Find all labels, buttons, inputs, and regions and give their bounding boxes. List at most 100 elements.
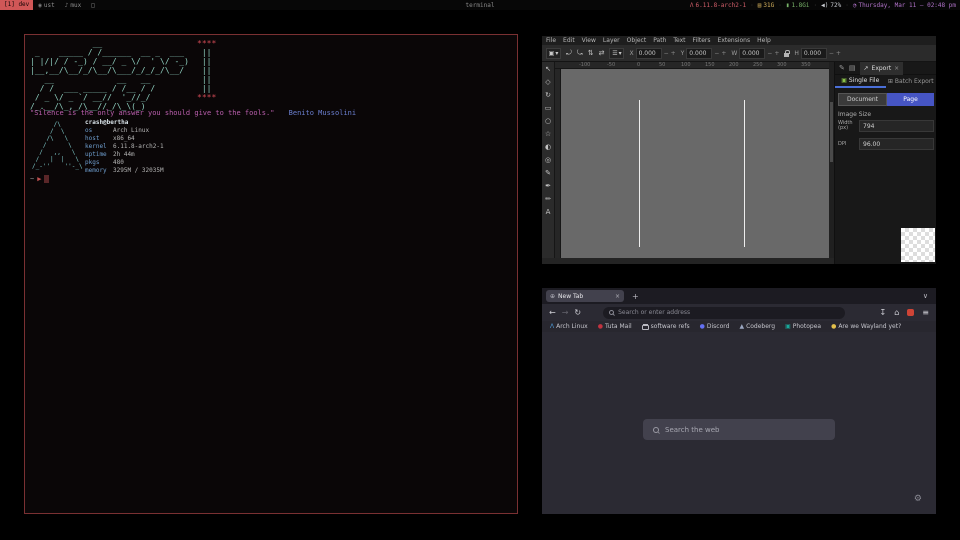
menu-filters[interactable]: Filters (693, 37, 711, 44)
decrement-button[interactable]: − (829, 50, 834, 57)
bookmark-discord[interactable]: ● Discord (700, 323, 730, 330)
menu-extensions[interactable]: Extensions (718, 37, 751, 44)
menu-icon[interactable]: ≡ (922, 308, 929, 317)
bookmark-are-we-wayland-yet[interactable]: ● Are we Wayland yet? (831, 323, 901, 330)
inkscape-canvas[interactable] (561, 69, 829, 258)
web-search-input[interactable]: Search the web (643, 419, 835, 440)
increment-button[interactable]: + (671, 50, 676, 57)
rotate-ccw-icon[interactable]: ⤾ (566, 49, 572, 58)
arch-icon: Λ (550, 323, 554, 330)
dpi-row: DPI 96.00 (838, 138, 934, 150)
ruler-label: 150 (705, 62, 715, 68)
document-button[interactable]: Document (838, 93, 887, 106)
menu-view[interactable]: View (582, 37, 596, 44)
flip-horizontal-icon[interactable]: ⇄ (599, 49, 605, 57)
selector-tool[interactable]: ↖ (545, 65, 551, 73)
tab-single-file[interactable]: ▣ Single File (835, 75, 886, 88)
new-tab-button[interactable]: + (632, 292, 639, 301)
width-input[interactable]: 794 (859, 120, 934, 132)
star-tool[interactable]: ☆ (545, 130, 551, 138)
menu-path[interactable]: Path (653, 37, 666, 44)
selection-mode-dropdown[interactable]: ▣ ▾ (546, 48, 561, 59)
active-tab[interactable]: ⊕ New Tab × (546, 290, 624, 302)
menu-help[interactable]: Help (757, 37, 771, 44)
browser-tab-bar: ⊕ New Tab × + ∨ (542, 288, 936, 304)
ruler-label: -100 (579, 62, 590, 68)
tab-title: New Tab (558, 293, 583, 300)
horizontal-ruler[interactable]: -100 -50 0 50 100 150 200 250 300 350 (555, 62, 829, 69)
globe-favicon-icon: ⊕ (550, 293, 555, 300)
ruler-label: 50 (659, 62, 665, 68)
h-input[interactable]: 0.000 (801, 48, 827, 59)
bookmark-folder-software-refs[interactable]: software refs (642, 323, 690, 330)
disk-module: ▤ 31G (758, 2, 774, 9)
bookmark-codeberg[interactable]: ▲ Codeberg (739, 323, 775, 330)
pen-tool[interactable]: ✒ (545, 182, 551, 190)
tab-batch-export[interactable]: ⊞ Batch Export (886, 75, 937, 88)
back-button[interactable]: ← (549, 308, 556, 317)
ellipse-tool[interactable]: ○ (545, 117, 551, 125)
dpi-input[interactable]: 96.00 (859, 138, 934, 150)
menu-object[interactable]: Object (627, 37, 647, 44)
export-dialog-tab[interactable]: ↗ Export × (860, 62, 904, 75)
fetch-value: 3295M / 32035M (113, 167, 164, 175)
flip-vertical-icon[interactable]: ⇅ (588, 49, 594, 57)
text-tool[interactable]: A (546, 208, 551, 216)
shell-prompt[interactable]: ~ ▶ (30, 175, 49, 183)
w-label: W (731, 50, 737, 57)
lock-ratio-icon[interactable] (784, 53, 789, 57)
x-input[interactable]: 0.000 (636, 48, 662, 59)
page-button[interactable]: Page (887, 93, 934, 106)
increment-button[interactable]: + (836, 50, 841, 57)
y-input[interactable]: 0.000 (686, 48, 712, 59)
status-bar: [1] dev ◉ ust ♪ mux □ terminal Λ 6.11.8-… (0, 0, 960, 10)
bookmark-label: Tuta Mail (605, 323, 632, 330)
photopea-icon: ▣ (785, 323, 791, 330)
menu-layer[interactable]: Layer (603, 37, 620, 44)
rotate-cw-icon[interactable]: ⤿ (577, 49, 583, 58)
forward-button[interactable]: → (562, 308, 569, 317)
url-bar[interactable]: Search or enter address (603, 307, 845, 319)
decrement-button[interactable]: − (714, 50, 719, 57)
pencil-tool[interactable]: ✎ (545, 169, 551, 177)
adblock-extension-icon[interactable] (907, 309, 914, 316)
menu-text[interactable]: Text (673, 37, 685, 44)
decrement-button[interactable]: − (767, 50, 772, 57)
box3d-tool[interactable]: ◐ (545, 143, 551, 151)
menu-file[interactable]: File (546, 37, 556, 44)
bookmark-arch-linux[interactable]: Λ Arch Linux (550, 323, 588, 330)
discord-icon: ● (700, 323, 705, 330)
close-icon[interactable]: × (894, 65, 899, 72)
terminal-window[interactable]: __ _ _____ / /______ __ _ ___ | |/|/ / -… (24, 34, 518, 514)
pencil-dialog-icon[interactable]: ✎ (839, 64, 845, 72)
personalize-gear-icon[interactable]: ⚙ (914, 494, 922, 504)
raise-lower-dropdown[interactable]: ☰ ▾ (609, 48, 624, 59)
reload-button[interactable]: ↻ (574, 308, 581, 317)
increment-button[interactable]: + (774, 50, 779, 57)
downloads-icon[interactable]: ↧ (880, 308, 887, 317)
transform-tool[interactable]: ↻ (545, 91, 551, 99)
increment-button[interactable]: + (721, 50, 726, 57)
layers-dialog-icon[interactable]: ▤ (849, 64, 856, 72)
node-tool[interactable]: ◇ (545, 78, 550, 86)
fetch-value: x86_64 (113, 135, 135, 143)
w-input[interactable]: 0.000 (739, 48, 765, 59)
disk-icon: ▤ (758, 2, 762, 9)
clock-text: Thursday, Mar 11 — 02:48 pm (858, 2, 956, 9)
canvas-horizontal-scrollbar[interactable] (542, 258, 834, 264)
ascii-art-back: __ __ __ / / ___ _____ / /__ / / / _ \/ … (30, 75, 155, 111)
ruler-label: -50 (607, 62, 615, 68)
list-tabs-icon[interactable]: ∨ (923, 292, 928, 300)
browser-window: ⊕ New Tab × + ∨ ← → ↻ Search or enter ad… (542, 288, 936, 514)
bookmark-photopea[interactable]: ▣ Photopea (785, 323, 821, 330)
close-tab-icon[interactable]: × (615, 293, 620, 300)
home-icon[interactable]: ⌂ (894, 308, 899, 317)
calligraphy-tool[interactable]: ✏ (545, 195, 551, 203)
decrement-button[interactable]: − (664, 50, 669, 57)
scrollbar-thumb[interactable] (830, 102, 833, 162)
menu-edit[interactable]: Edit (563, 37, 575, 44)
rectangle-tool[interactable]: ▭ (545, 104, 552, 112)
bookmark-tuta-mail[interactable]: ● Tuta Mail (598, 323, 632, 330)
spiral-tool[interactable]: ◎ (545, 156, 551, 164)
fetch-row: memory3295M / 32035M (85, 167, 164, 175)
